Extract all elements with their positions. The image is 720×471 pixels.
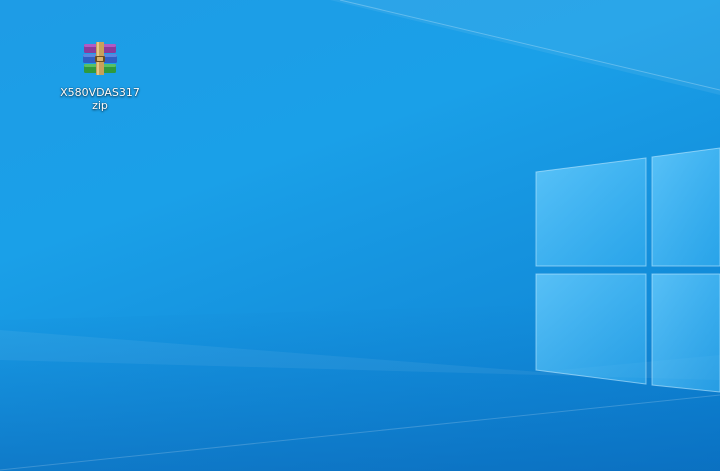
winrar-archive-icon	[79, 38, 121, 80]
windows-logo-icon	[535, 147, 720, 393]
desktop[interactable]: X580VDAS317zip	[0, 0, 720, 471]
desktop-icon-archive[interactable]: X580VDAS317zip	[58, 38, 142, 118]
desktop-icon-label: X580VDAS317zip	[60, 86, 140, 112]
